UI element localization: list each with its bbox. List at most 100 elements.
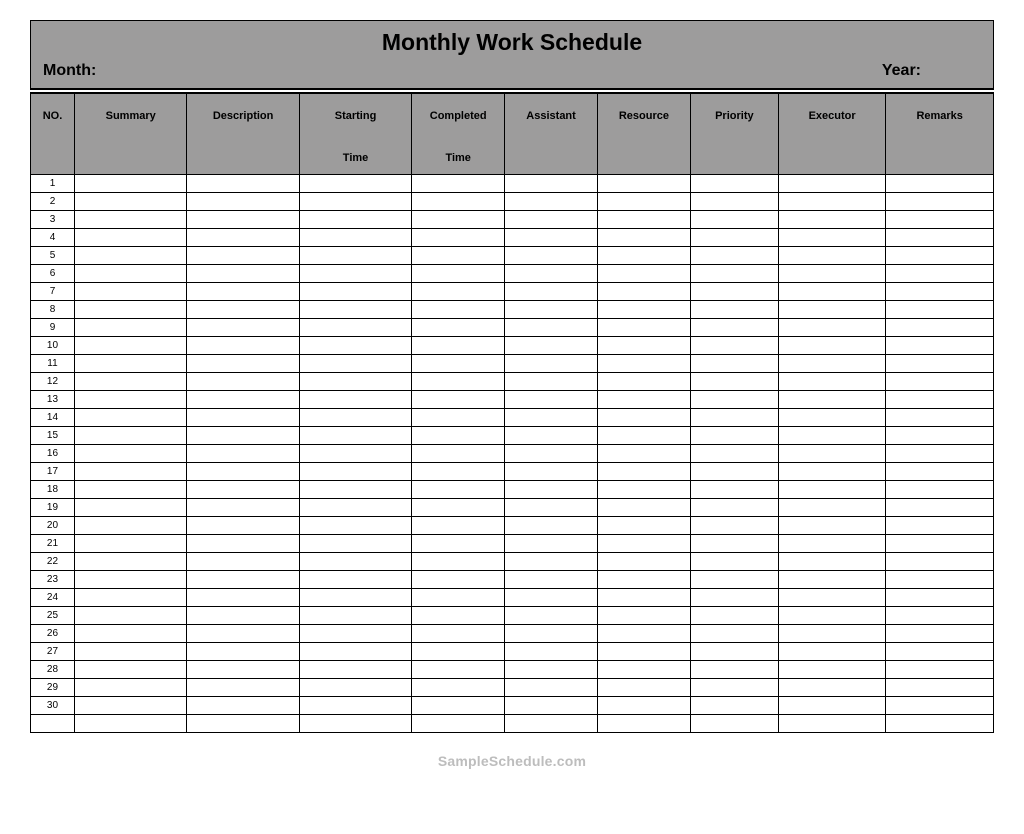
cell [505,211,598,229]
cell [299,229,411,247]
cell [598,643,691,661]
cell [187,319,299,337]
cell [598,355,691,373]
cell [412,463,505,481]
cell [778,481,886,499]
cell [505,283,598,301]
cell [412,499,505,517]
cell [187,715,299,733]
row-number: 27 [31,643,75,661]
cell [412,625,505,643]
cell [412,355,505,373]
cell [74,301,186,319]
cell [74,265,186,283]
cell [505,535,598,553]
cell [778,427,886,445]
col-header-label: Priority [695,94,774,144]
cell [505,679,598,697]
table-row: 19 [31,499,994,517]
col-header-remarks: Remarks [886,94,994,175]
cell [187,265,299,283]
cell [505,247,598,265]
cell [778,391,886,409]
cell [187,679,299,697]
cell [412,391,505,409]
cell [187,589,299,607]
cell [886,517,994,535]
cell [886,679,994,697]
cell [299,391,411,409]
row-number: 26 [31,625,75,643]
cell [505,625,598,643]
cell [598,175,691,193]
cell [412,283,505,301]
cell [690,301,778,319]
cell [690,337,778,355]
table-row: 14 [31,409,994,427]
cell [690,319,778,337]
cell [412,247,505,265]
table-bottom-spacer [31,715,994,733]
cell [778,193,886,211]
cell [187,517,299,535]
row-number: 4 [31,229,75,247]
cell [412,229,505,247]
cell [187,247,299,265]
table-row: 1 [31,175,994,193]
cell [690,661,778,679]
cell [299,463,411,481]
cell [187,499,299,517]
cell [74,409,186,427]
cell [74,283,186,301]
cell [598,427,691,445]
cell [412,265,505,283]
cell [505,697,598,715]
cell [598,535,691,553]
cell [505,499,598,517]
col-header-label: Resource [602,94,686,144]
row-number: 24 [31,589,75,607]
cell [74,355,186,373]
col-header-label: Summary [79,94,182,144]
cell [299,697,411,715]
cell [778,499,886,517]
cell [598,337,691,355]
table-row: 25 [31,607,994,625]
cell [690,463,778,481]
cell [187,643,299,661]
cell [187,175,299,193]
cell [187,337,299,355]
cell [598,715,691,733]
cell [886,589,994,607]
cell [886,463,994,481]
cell [505,463,598,481]
cell [778,715,886,733]
cell [187,661,299,679]
cell [299,499,411,517]
cell [886,355,994,373]
cell [778,409,886,427]
cell [74,643,186,661]
cell [74,229,186,247]
cell [299,715,411,733]
cell [778,661,886,679]
page-title: Monthly Work Schedule [41,29,983,56]
cell [886,283,994,301]
cell [74,445,186,463]
cell [778,517,886,535]
col-header-label: Description [191,94,294,144]
row-number: 5 [31,247,75,265]
cell [505,589,598,607]
table-row: 15 [31,427,994,445]
cell [412,373,505,391]
cell [778,211,886,229]
cell [74,535,186,553]
table-row: 27 [31,643,994,661]
cell [886,265,994,283]
cell [74,589,186,607]
cell [886,391,994,409]
cell [299,643,411,661]
cell [31,715,75,733]
cell [505,319,598,337]
cell [598,697,691,715]
